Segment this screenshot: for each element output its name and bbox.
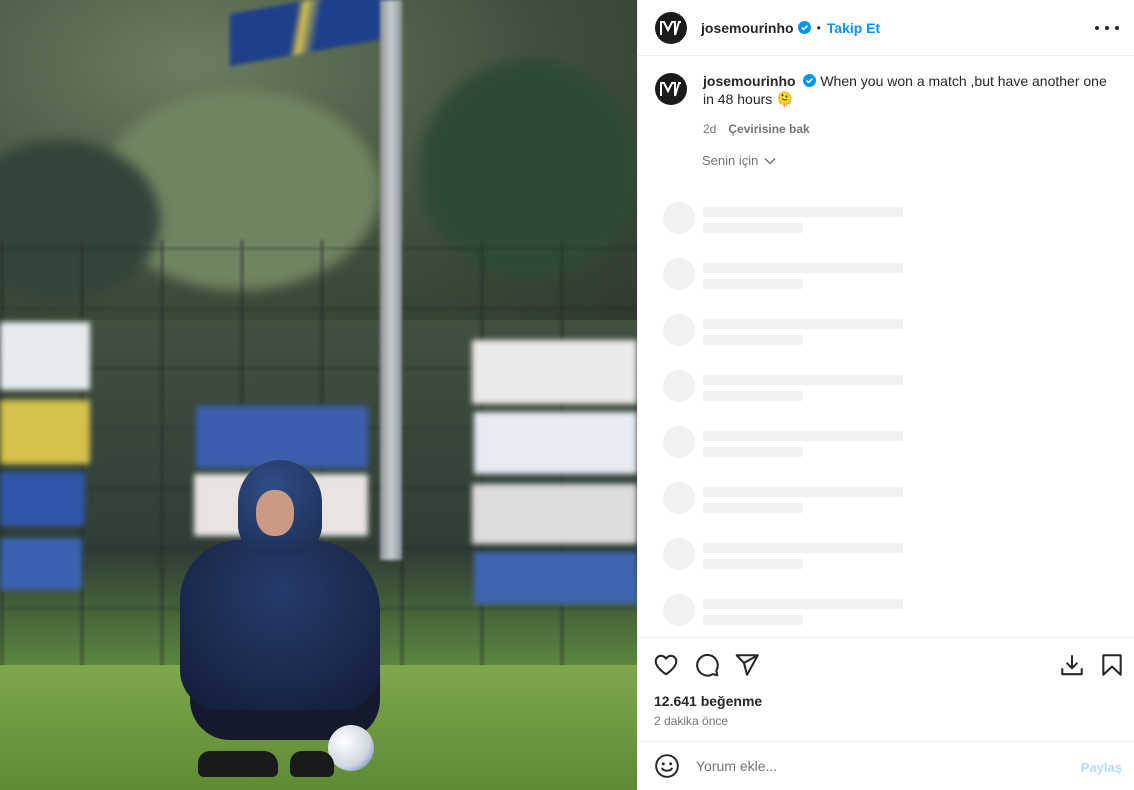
comment-input[interactable] [694, 757, 1068, 775]
comments-filter-dropdown[interactable]: Senin için [702, 153, 776, 168]
comment-skeleton [663, 314, 903, 348]
image-ball [328, 725, 374, 771]
post-timestamp[interactable]: 2 dakika önce [654, 714, 728, 728]
image-board [474, 552, 637, 604]
like-count[interactable]: 12.641 beğenme [654, 693, 762, 709]
image-person [160, 455, 400, 785]
comment-skeleton [663, 426, 903, 460]
more-options-icon[interactable] [1095, 18, 1119, 38]
header-username[interactable]: josemourinho [701, 20, 794, 36]
avatar[interactable] [655, 11, 687, 44]
image-board [0, 400, 90, 464]
action-bar [638, 637, 1134, 693]
avatar[interactable] [655, 73, 687, 105]
comment-skeleton [663, 370, 903, 404]
image-board [0, 472, 85, 526]
post-details-panel: josemourinho • Takip Et josemourinho Whe… [637, 0, 1134, 790]
person-jacket [180, 540, 380, 710]
post-comment-button[interactable]: Paylaş [1081, 760, 1122, 775]
caption-body: josemourinho When you won a match ,but h… [703, 72, 1108, 138]
image-board [0, 538, 82, 590]
verified-badge-icon [797, 21, 811, 34]
comment-skeleton [663, 202, 903, 236]
brand-logo-icon [660, 82, 681, 97]
comment-bar: Paylaş [638, 741, 1134, 790]
comment-icon[interactable] [694, 652, 720, 678]
comment-skeleton [663, 538, 903, 572]
follow-button[interactable]: Takip Et [827, 20, 880, 36]
verified-badge-icon [803, 74, 817, 87]
comments-filter-label: Senin için [702, 153, 759, 168]
post-image[interactable] [0, 0, 637, 790]
person-shoe [290, 751, 334, 777]
download-icon[interactable] [1059, 652, 1085, 678]
caption-age[interactable]: 2d [703, 120, 716, 138]
heart-icon[interactable] [653, 652, 679, 678]
post-header: josemourinho • Takip Et [638, 0, 1134, 56]
person-shoe [198, 751, 278, 777]
emoji-icon[interactable] [654, 753, 680, 779]
image-board [474, 412, 637, 474]
image-board [472, 484, 637, 544]
header-separator: • [816, 20, 821, 35]
caption-username[interactable]: josemourinho [703, 73, 796, 89]
brand-logo-icon [660, 20, 681, 35]
comment-skeleton [663, 258, 903, 292]
person-face [256, 490, 294, 536]
image-board [472, 340, 637, 404]
post-caption: josemourinho When you won a match ,but h… [655, 72, 1125, 138]
send-icon[interactable] [734, 652, 760, 678]
image-board [0, 322, 90, 390]
caption-meta: 2d Çevirisine bak [703, 120, 1108, 138]
comment-skeleton [663, 482, 903, 516]
see-translation-button[interactable]: Çevirisine bak [728, 120, 809, 138]
comment-skeleton [663, 594, 903, 628]
chevron-down-icon [764, 157, 776, 164]
bookmark-icon[interactable] [1099, 652, 1125, 678]
